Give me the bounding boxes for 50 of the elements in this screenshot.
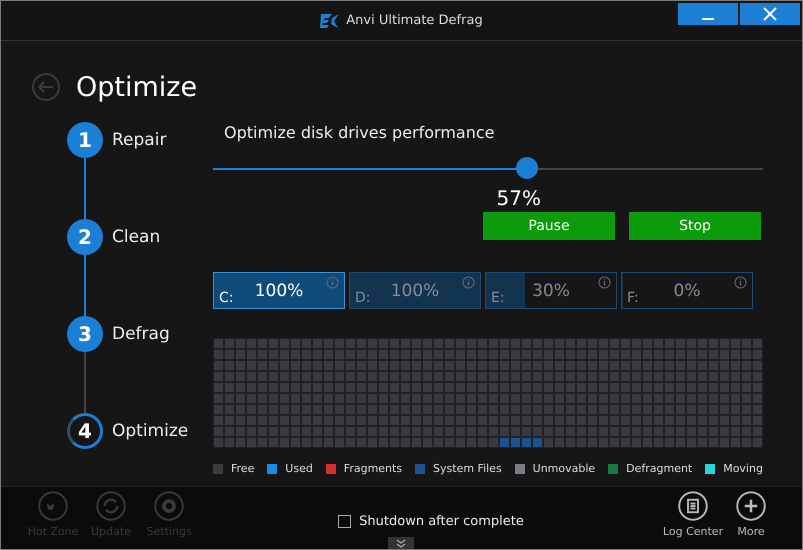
- step-label: Optimize: [112, 421, 188, 441]
- legend-label: Unmovable: [532, 462, 596, 475]
- logo-icon: [320, 12, 340, 28]
- drive-letter: D:: [355, 290, 370, 306]
- plus-icon: [736, 491, 766, 521]
- legend-label: Free: [231, 462, 254, 475]
- drive-letter: F:: [627, 290, 639, 306]
- drive-percent: 100%: [390, 281, 440, 301]
- legend-label: Fragments: [344, 462, 402, 475]
- drive-percent: 30%: [532, 281, 570, 301]
- drive-tile[interactable]: D: 100%: [349, 272, 481, 309]
- legend-label: Moving: [723, 462, 763, 475]
- document-icon: [678, 491, 708, 521]
- step-number: 1: [67, 122, 103, 158]
- info-icon[interactable]: [462, 276, 475, 289]
- progress-reading: 57%: [496, 186, 541, 210]
- footer-button[interactable]: More: [722, 491, 780, 538]
- drive-percent: 0%: [674, 281, 700, 301]
- legend-label: System Files: [433, 462, 502, 475]
- drive-letter: E:: [491, 290, 505, 306]
- legend-label: Defragment: [626, 462, 692, 475]
- checkbox[interactable]: [338, 515, 352, 528]
- action-button[interactable]: Stop: [629, 212, 761, 240]
- drive-tile[interactable]: F: 0%: [621, 272, 753, 309]
- step-number: 4: [67, 413, 103, 449]
- step-number: 2: [67, 219, 103, 255]
- task-heading: Optimize disk drives performance: [224, 123, 496, 142]
- double-chevron-icon: [396, 538, 406, 548]
- step-number: 3: [67, 316, 103, 352]
- minimize-icon: [702, 18, 714, 20]
- drive-tile[interactable]: C: 100%: [213, 272, 345, 309]
- legend-label: Used: [285, 462, 313, 475]
- step-label: Clean: [112, 227, 160, 247]
- close-icon: [763, 7, 777, 21]
- step-label: Defrag: [112, 324, 170, 344]
- drive-percent: 100%: [254, 281, 304, 301]
- refresh-icon: [96, 491, 126, 521]
- drive-letter: C:: [219, 290, 234, 306]
- back-arrow-icon: [38, 81, 54, 93]
- info-icon[interactable]: [734, 276, 747, 289]
- window-title: Anvi Ultimate Defrag: [346, 13, 483, 28]
- info-icon[interactable]: [598, 276, 611, 289]
- footer-button[interactable]: Log Center: [664, 491, 722, 538]
- page-title: Optimize: [76, 72, 198, 102]
- step-label: Repair: [112, 130, 166, 150]
- expand-button[interactable]: [388, 537, 414, 549]
- settings-icon: [154, 491, 184, 521]
- close-button[interactable]: [740, 3, 800, 25]
- action-button[interactable]: Pause: [483, 212, 615, 240]
- drive-tile[interactable]: E: 30%: [485, 272, 617, 309]
